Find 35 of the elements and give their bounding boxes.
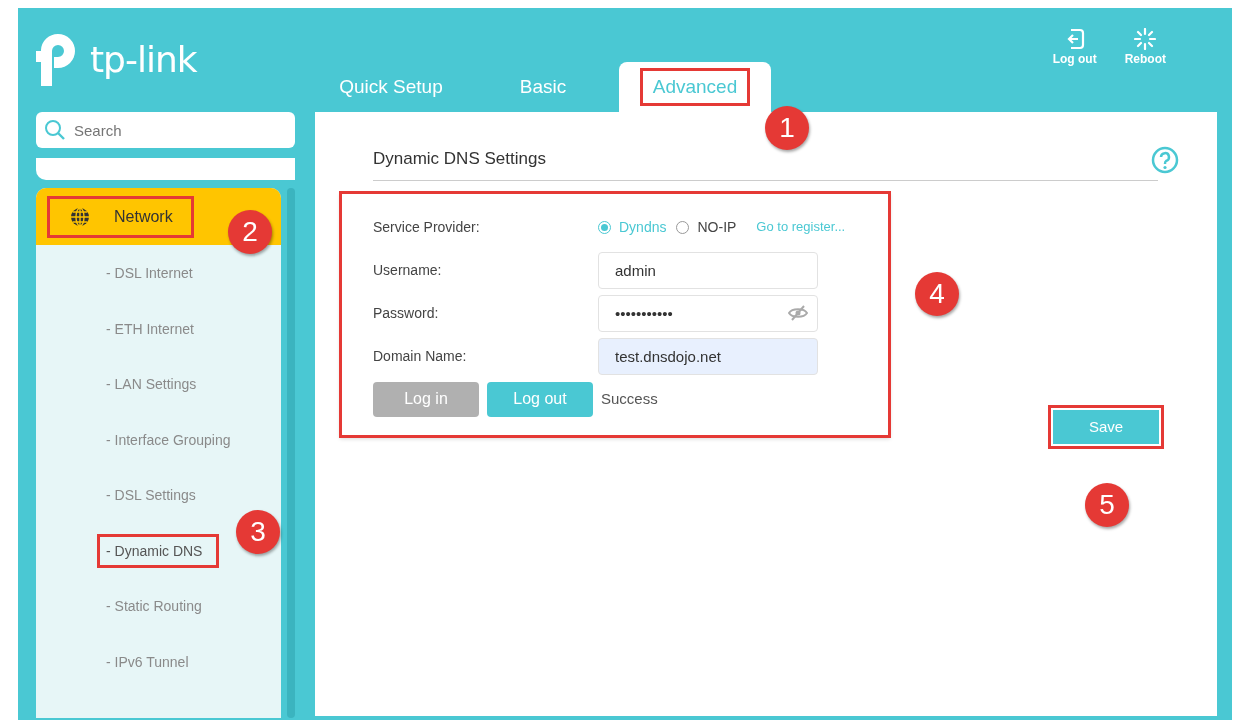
menu-item[interactable]: - DSL Internet [100,259,207,287]
search-field[interactable]: Search [36,112,295,148]
menu-item[interactable]: - Interface Grouping [100,425,245,454]
menu-item[interactable]: - Static Routing [100,592,216,620]
reboot-icon [1134,28,1157,50]
menu-item[interactable]: - IPv6 Tunnel [100,647,203,676]
radio-option[interactable]: NO-IP [676,216,747,238]
password-field[interactable]: ••••••••••• [598,294,818,332]
logout-button[interactable]: Log out [1052,28,1097,68]
search-icon [44,119,66,141]
radio-option[interactable]: Dyndns [598,216,677,238]
register-link[interactable]: Go to register... [756,217,846,237]
menu-item[interactable]: - LAN Settings [100,370,211,398]
menu-item[interactable]: - Dynamic DNS [100,536,217,565]
help-icon[interactable] [1151,146,1179,174]
menu-item[interactable]: - ETH Internet [100,314,208,343]
field-label: Username: [373,260,443,280]
section-title: Dynamic DNS Settings [373,148,546,170]
globe-icon [70,206,90,227]
tab[interactable]: Quick Setup [315,62,467,112]
field-label: Service Provider: [373,217,481,237]
tab[interactable]: Basic [467,62,619,112]
field-label: Domain Name: [373,346,468,366]
hidden-eye-icon[interactable] [788,304,808,321]
action-button[interactable]: Log out [487,381,593,417]
field-label: Password: [373,303,440,323]
reboot-button[interactable]: Reboot [1124,28,1166,68]
status-text: Success [601,388,658,409]
menu-item[interactable]: - DSL Settings [100,481,210,509]
input-field[interactable]: test.dnsdojo.net [598,337,818,375]
input-field[interactable]: admin [598,251,818,289]
tab[interactable]: Advanced [619,62,771,112]
logo-text: tp-link [90,42,197,78]
save-button[interactable]: Save [1048,405,1164,449]
network-menu-item[interactable]: Network [50,198,191,235]
